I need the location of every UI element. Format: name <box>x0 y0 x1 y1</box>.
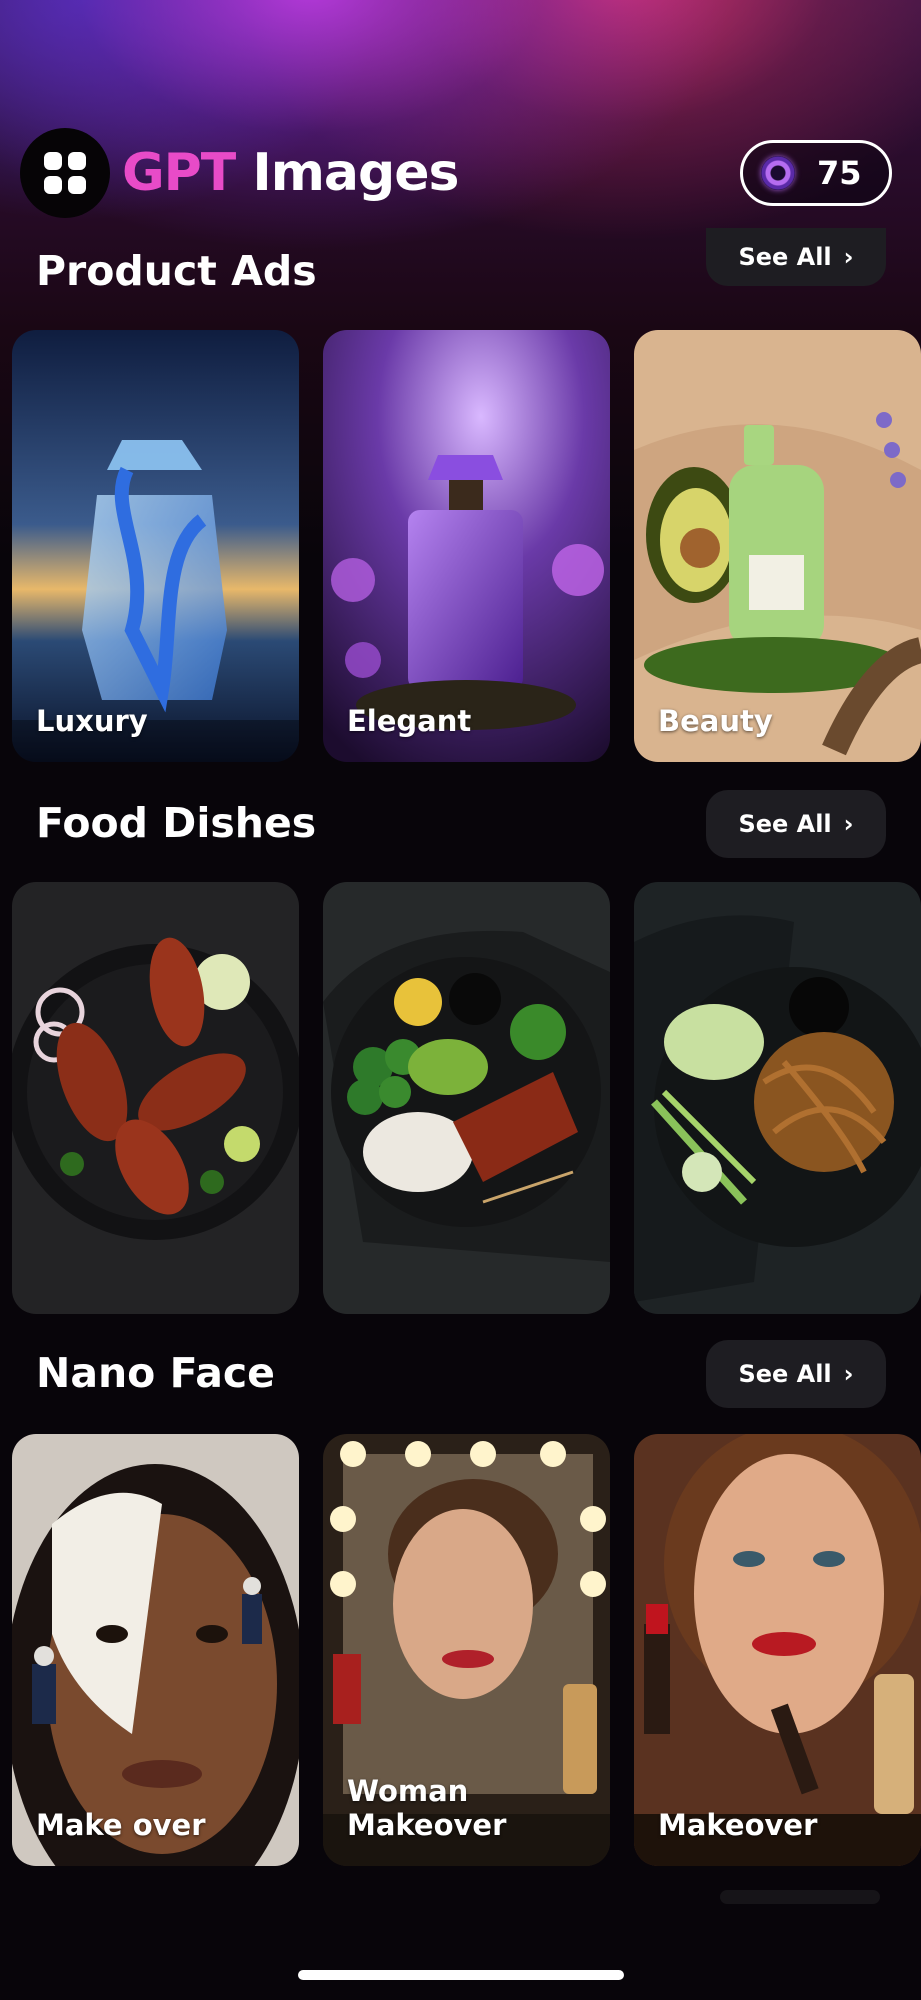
card-row-food-dishes <box>12 882 921 1314</box>
card-food-3[interactable] <box>634 882 921 1314</box>
card-row-nano-face: Make over Woman Makeover Makeover <box>12 1434 921 1866</box>
chevron-right-icon: › <box>843 243 854 271</box>
section-title: Food Dishes <box>36 799 317 847</box>
card-woman-makeover[interactable]: Woman Makeover <box>323 1434 610 1866</box>
see-all-button[interactable]: See All › <box>706 790 886 858</box>
app-title: GPT Images <box>122 136 459 210</box>
card-row-product-ads: Luxury Elegant Beauty <box>12 330 921 762</box>
card-image <box>634 330 921 762</box>
card-food-1[interactable] <box>12 882 299 1314</box>
see-all-button[interactable]: See All › <box>706 1340 886 1408</box>
card-image <box>12 882 299 1314</box>
card-make-over[interactable]: Make over <box>12 1434 299 1866</box>
section-title: Product Ads <box>36 247 317 295</box>
card-elegant[interactable]: Elegant <box>323 330 610 762</box>
grid-icon <box>44 152 86 194</box>
app-title-part1: GPT <box>122 143 236 203</box>
card-food-2[interactable] <box>323 882 610 1314</box>
chevron-right-icon: › <box>843 810 854 838</box>
card-label: Luxury <box>36 704 148 738</box>
card-label: Beauty <box>658 704 773 738</box>
menu-button[interactable] <box>20 128 110 218</box>
chevron-right-icon: › <box>843 1360 854 1388</box>
card-image <box>634 882 921 1314</box>
card-label: Woman Makeover <box>347 1774 507 1842</box>
app-header: GPT Images 75 <box>0 128 921 220</box>
card-image <box>323 882 610 1314</box>
home-indicator[interactable] <box>298 1970 624 1980</box>
card-image <box>12 330 299 762</box>
card-label: Elegant <box>347 704 472 738</box>
credits-badge[interactable]: 75 <box>740 140 892 206</box>
next-section-peek <box>720 1890 880 1904</box>
gem-icon <box>761 156 795 190</box>
card-label: Make over <box>36 1808 206 1842</box>
card-image <box>634 1434 921 1866</box>
card-image <box>12 1434 299 1866</box>
card-label: Makeover <box>658 1808 818 1842</box>
see-all-label: See All <box>738 243 832 271</box>
credits-count: 75 <box>817 154 862 192</box>
card-image <box>323 330 610 762</box>
section-title: Nano Face <box>36 1349 275 1397</box>
card-luxury[interactable]: Luxury <box>12 330 299 762</box>
see-all-label: See All <box>738 810 832 838</box>
card-makeover[interactable]: Makeover <box>634 1434 921 1866</box>
card-beauty[interactable]: Beauty <box>634 330 921 762</box>
app-title-part2: Images <box>252 143 459 203</box>
see-all-button[interactable]: See All › <box>706 228 886 286</box>
see-all-label: See All <box>738 1360 832 1388</box>
